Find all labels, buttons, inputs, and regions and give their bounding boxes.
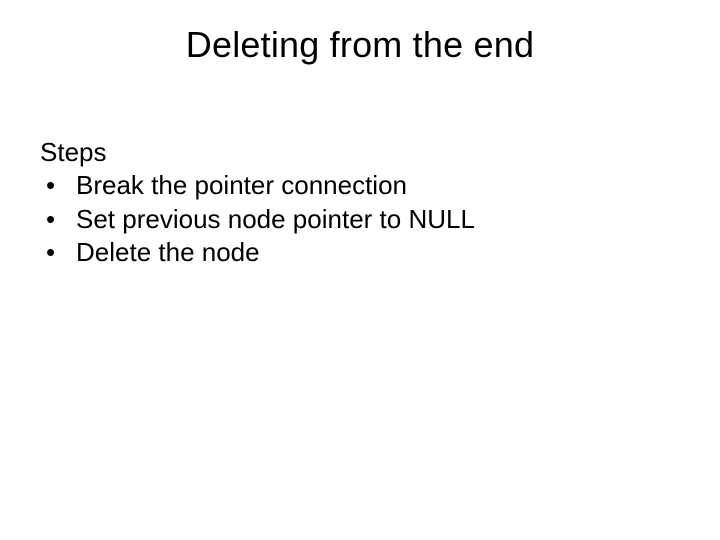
slide-title: Deleting from the end xyxy=(0,24,720,66)
bullet-list: Break the pointer connection Set previou… xyxy=(40,169,680,269)
slide: Deleting from the end Steps Break the po… xyxy=(0,0,720,540)
list-item: Delete the node xyxy=(40,236,680,269)
steps-heading: Steps xyxy=(40,136,680,169)
list-item: Set previous node pointer to NULL xyxy=(40,203,680,236)
slide-body: Steps Break the pointer connection Set p… xyxy=(40,136,680,269)
list-item: Break the pointer connection xyxy=(40,169,680,202)
